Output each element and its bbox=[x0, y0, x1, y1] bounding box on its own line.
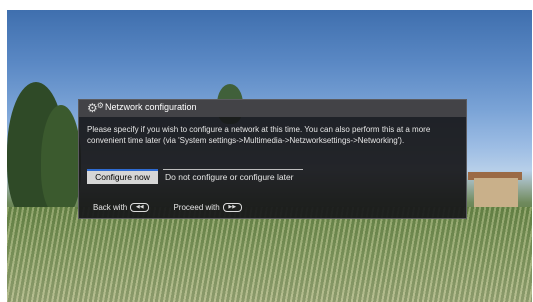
proceed-hint[interactable]: Proceed with ▶▶ bbox=[173, 203, 242, 212]
back-hint-label: Back with bbox=[93, 203, 128, 212]
background-grass bbox=[7, 207, 532, 302]
proceed-hint-label: Proceed with bbox=[173, 203, 220, 212]
network-config-dialog: ⚙⚙ Netzwork configuration Please specify… bbox=[78, 99, 467, 219]
dialog-titlebar: ⚙⚙ Netzwork configuration bbox=[79, 100, 466, 117]
configure-later-button[interactable]: Do not configure or configure later bbox=[163, 169, 303, 184]
dialog-title: Netzwork configuration bbox=[105, 102, 197, 112]
fast-forward-key-icon: ▶▶ bbox=[222, 203, 242, 212]
background-tree bbox=[41, 105, 81, 215]
rewind-key-icon: ◀◀ bbox=[130, 203, 150, 212]
gear-icon: ⚙⚙ bbox=[87, 101, 104, 115]
dialog-message: Please specify if you wish to configure … bbox=[87, 125, 431, 145]
configure-now-button[interactable]: Configure now bbox=[87, 169, 158, 184]
back-hint[interactable]: Back with ◀◀ bbox=[93, 203, 150, 212]
dialog-options: Configure now Do not configure or config… bbox=[87, 169, 458, 184]
key-hints: Back with ◀◀ Proceed with ▶▶ bbox=[93, 203, 264, 212]
